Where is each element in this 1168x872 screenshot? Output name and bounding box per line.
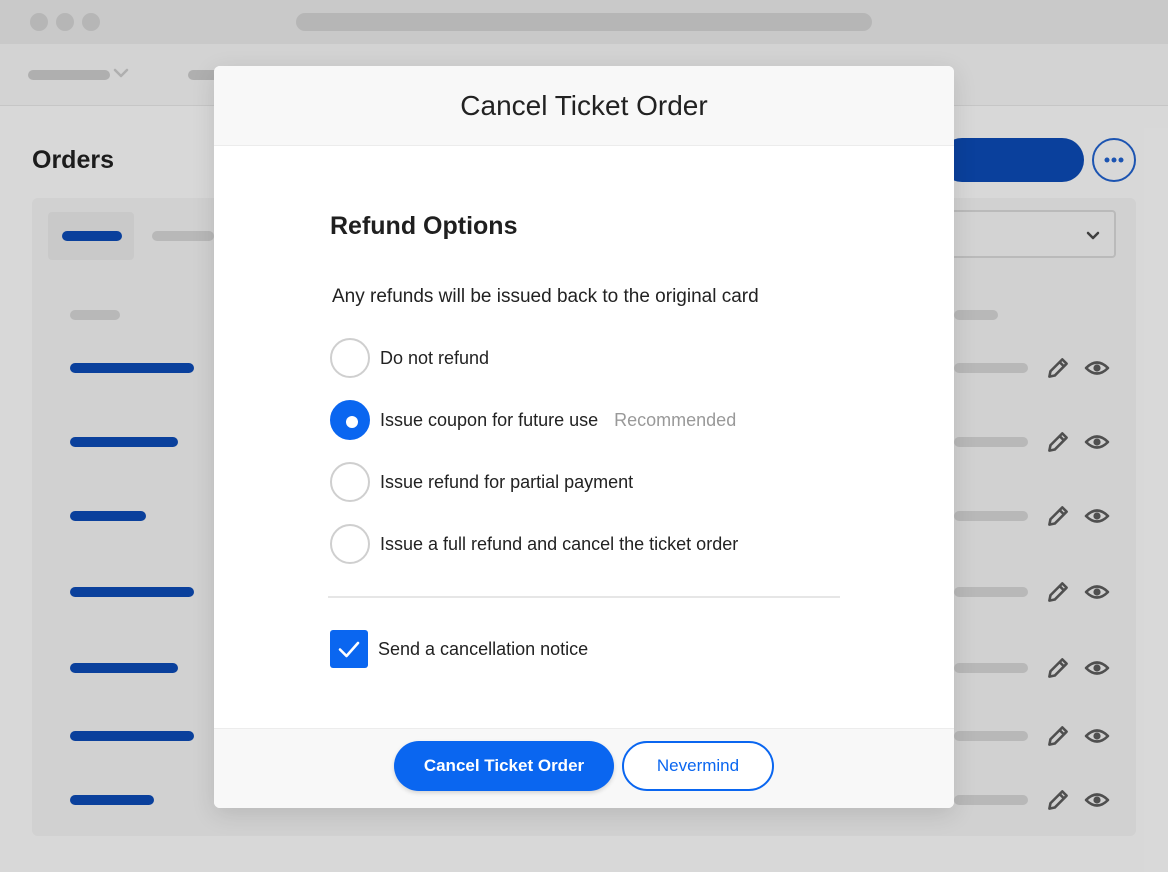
modal-body: Refund Options Any refunds will be issue… <box>214 146 954 728</box>
refund-subtitle: Any refunds will be issued back to the o… <box>332 286 759 307</box>
option-label: Issue refund for partial payment <box>380 471 634 492</box>
send-notice-label: Send a cancellation notice <box>378 638 589 659</box>
check-icon <box>338 641 360 658</box>
option-issue-coupon[interactable]: Issue coupon for future use Recommended <box>330 400 736 440</box>
modal-footer: Cancel Ticket Order Nevermind <box>214 728 954 808</box>
send-notice-row[interactable]: Send a cancellation notice <box>330 630 588 668</box>
option-label: Issue a full refund and cancel the ticke… <box>380 533 739 554</box>
send-notice-checkbox[interactable] <box>330 630 368 668</box>
cancel-ticket-order-button[interactable]: Cancel Ticket Order <box>394 741 614 791</box>
refund-options-heading: Refund Options <box>330 212 518 240</box>
modal-header: Cancel Ticket Order <box>214 66 954 146</box>
radio-issue-coupon[interactable] <box>330 400 370 440</box>
modal-title: Cancel Ticket Order <box>460 89 708 121</box>
radio-full-refund[interactable] <box>330 524 370 564</box>
option-full-refund[interactable]: Issue a full refund and cancel the ticke… <box>330 524 738 564</box>
option-label: Issue coupon for future use <box>380 409 599 430</box>
recommended-tag: Recommended <box>614 409 737 430</box>
option-partial-refund[interactable]: Issue refund for partial payment <box>330 462 633 502</box>
divider <box>328 596 840 598</box>
radio-partial-refund[interactable] <box>330 462 370 502</box>
cancel-order-modal: Cancel Ticket Order Refund Options Any r… <box>214 66 954 808</box>
nevermind-button[interactable]: Nevermind <box>622 741 774 791</box>
radio-do-not-refund[interactable] <box>330 338 370 378</box>
option-do-not-refund[interactable]: Do not refund <box>330 338 489 378</box>
option-label: Do not refund <box>380 347 490 368</box>
